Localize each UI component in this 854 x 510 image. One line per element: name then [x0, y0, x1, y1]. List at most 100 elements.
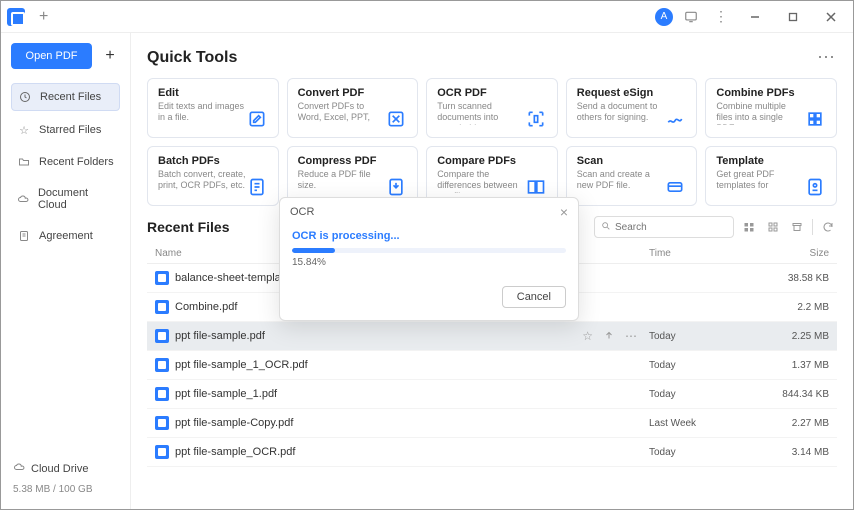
sidebar-item-starred-files[interactable]: ☆ Starred Files	[11, 117, 120, 143]
file-size: 3.14 MB	[759, 447, 829, 458]
col-header-size[interactable]: Size	[759, 248, 829, 259]
clock-icon	[18, 90, 32, 104]
file-row[interactable]: ppt file-sample-Copy.pdf Last Week 2.27 …	[147, 409, 837, 438]
tool-title: Scan	[577, 155, 665, 167]
sidebar-item-label: Starred Files	[39, 124, 101, 136]
quick-tools-grid: Edit Edit texts and images in a file. Co…	[147, 78, 837, 206]
tool-desc: Turn scanned documents into searchable o…	[437, 101, 525, 125]
sidebar-item-agreement[interactable]: Agreement	[11, 223, 120, 249]
tool-title: Compare PDFs	[437, 155, 525, 167]
agreement-icon	[17, 229, 31, 243]
tool-title: Template	[716, 155, 804, 167]
file-size: 1.37 MB	[759, 360, 829, 371]
star-icon[interactable]: ☆	[582, 329, 593, 344]
col-header-time[interactable]: Time	[649, 248, 759, 259]
cloud-drive-link[interactable]: Cloud Drive	[11, 457, 120, 480]
file-row[interactable]: ppt file-sample_1.pdf Today 844.34 KB	[147, 380, 837, 409]
pdf-file-icon	[155, 387, 169, 401]
upload-icon[interactable]	[603, 329, 615, 344]
window-minimize-button[interactable]	[739, 5, 771, 29]
feedback-icon[interactable]	[679, 5, 703, 29]
search-input[interactable]	[615, 222, 727, 233]
new-tab-button[interactable]: +	[33, 8, 54, 26]
tool-card[interactable]: Batch PDFs Batch convert, create, print,…	[147, 146, 279, 206]
kebab-menu-icon[interactable]: ⋮	[709, 5, 733, 29]
cloud-usage-text: 5.38 MB / 100 GB	[11, 480, 120, 499]
progress-bar-fill	[292, 248, 335, 253]
tool-card[interactable]: Scan Scan and create a new PDF file.	[566, 146, 698, 206]
refresh-icon[interactable]	[819, 218, 837, 236]
dialog-title: OCR	[290, 206, 314, 218]
tool-card[interactable]: OCR PDF Turn scanned documents into sear…	[426, 78, 558, 138]
file-size: 2.2 MB	[759, 302, 829, 313]
file-row[interactable]: ppt file-sample_1_OCR.pdf Today 1.37 MB	[147, 351, 837, 380]
more-icon[interactable]: ⋯	[625, 329, 637, 344]
pdf-file-icon	[155, 329, 169, 343]
file-time: Today	[649, 447, 759, 458]
pdf-file-icon	[155, 300, 169, 314]
sidebar-item-label: Recent Folders	[39, 156, 114, 168]
tool-icon	[246, 87, 268, 129]
view-grid-icon[interactable]	[764, 218, 782, 236]
tool-title: Batch PDFs	[158, 155, 246, 167]
cloud-icon	[17, 192, 30, 206]
cloud-icon	[13, 461, 25, 476]
tool-desc: Combine multiple files into a single PDF…	[716, 101, 804, 125]
quick-tools-more-icon[interactable]: ⋯	[817, 47, 837, 68]
tool-icon	[385, 155, 407, 197]
file-name-text: ppt file-sample-Copy.pdf	[175, 417, 293, 429]
recent-files-title: Recent Files	[147, 219, 229, 235]
sidebar-item-label: Agreement	[39, 230, 93, 242]
search-box[interactable]	[594, 216, 734, 238]
tool-icon	[246, 155, 268, 197]
sidebar-item-recent-folders[interactable]: Recent Folders	[11, 149, 120, 175]
pdf-file-icon	[155, 358, 169, 372]
view-list-icon[interactable]	[740, 218, 758, 236]
tool-desc: Batch convert, create, print, OCR PDFs, …	[158, 169, 246, 191]
file-time: Today	[649, 360, 759, 371]
window-close-button[interactable]	[815, 5, 847, 29]
sidebar-item-label: Recent Files	[40, 91, 101, 103]
file-size: 844.34 KB	[759, 389, 829, 400]
progress-percent-label: 15.84%	[292, 257, 566, 268]
tool-card[interactable]: Combine PDFs Combine multiple files into…	[705, 78, 837, 138]
file-size: 2.25 MB	[759, 331, 829, 342]
file-row[interactable]: ppt file-sample_OCR.pdf Today 3.14 MB	[147, 438, 837, 467]
user-avatar[interactable]: A	[655, 8, 673, 26]
tool-desc: Edit texts and images in a file.	[158, 101, 246, 123]
star-icon: ☆	[17, 123, 31, 137]
file-time: Last Week	[649, 418, 759, 429]
sidebar-item-label: Document Cloud	[38, 187, 114, 211]
file-row[interactable]: ppt file-sample.pdf ☆ ⋯ Today 2.25 MB	[147, 322, 837, 351]
window-maximize-button[interactable]	[777, 5, 809, 29]
tool-icon	[804, 87, 826, 129]
tool-card[interactable]: Template Get great PDF templates for res…	[705, 146, 837, 206]
pdf-file-icon	[155, 445, 169, 459]
tool-icon	[804, 155, 826, 197]
dialog-close-icon[interactable]: ×	[560, 204, 568, 220]
tool-title: Combine PDFs	[716, 87, 804, 99]
pdf-file-icon	[155, 416, 169, 430]
archive-icon[interactable]	[788, 218, 806, 236]
sidebar-item-document-cloud[interactable]: Document Cloud	[11, 181, 120, 217]
open-pdf-plus-button[interactable]: +	[100, 47, 120, 65]
tool-title: OCR PDF	[437, 87, 525, 99]
sidebar: Open PDF + Recent Files ☆ Starred Files …	[1, 33, 131, 509]
titlebar: + A ⋮	[1, 1, 853, 33]
tool-card[interactable]: Convert PDF Convert PDFs to Word, Excel,…	[287, 78, 419, 138]
open-pdf-button[interactable]: Open PDF	[11, 43, 92, 69]
divider	[812, 219, 813, 235]
tool-title: Edit	[158, 87, 246, 99]
file-size: 38.58 KB	[759, 273, 829, 284]
tool-card[interactable]: Request eSign Send a document to others …	[566, 78, 698, 138]
tool-title: Request eSign	[577, 87, 665, 99]
sidebar-item-recent-files[interactable]: Recent Files	[11, 83, 120, 111]
file-name-text: ppt file-sample_1_OCR.pdf	[175, 359, 308, 371]
tool-title: Compress PDF	[298, 155, 386, 167]
tool-desc: Get great PDF templates for resumes, pos…	[716, 169, 804, 193]
quick-tools-title: Quick Tools	[147, 49, 237, 67]
cancel-button[interactable]: Cancel	[502, 286, 566, 308]
folder-icon	[17, 155, 31, 169]
file-time: Today	[649, 331, 759, 342]
tool-card[interactable]: Edit Edit texts and images in a file.	[147, 78, 279, 138]
